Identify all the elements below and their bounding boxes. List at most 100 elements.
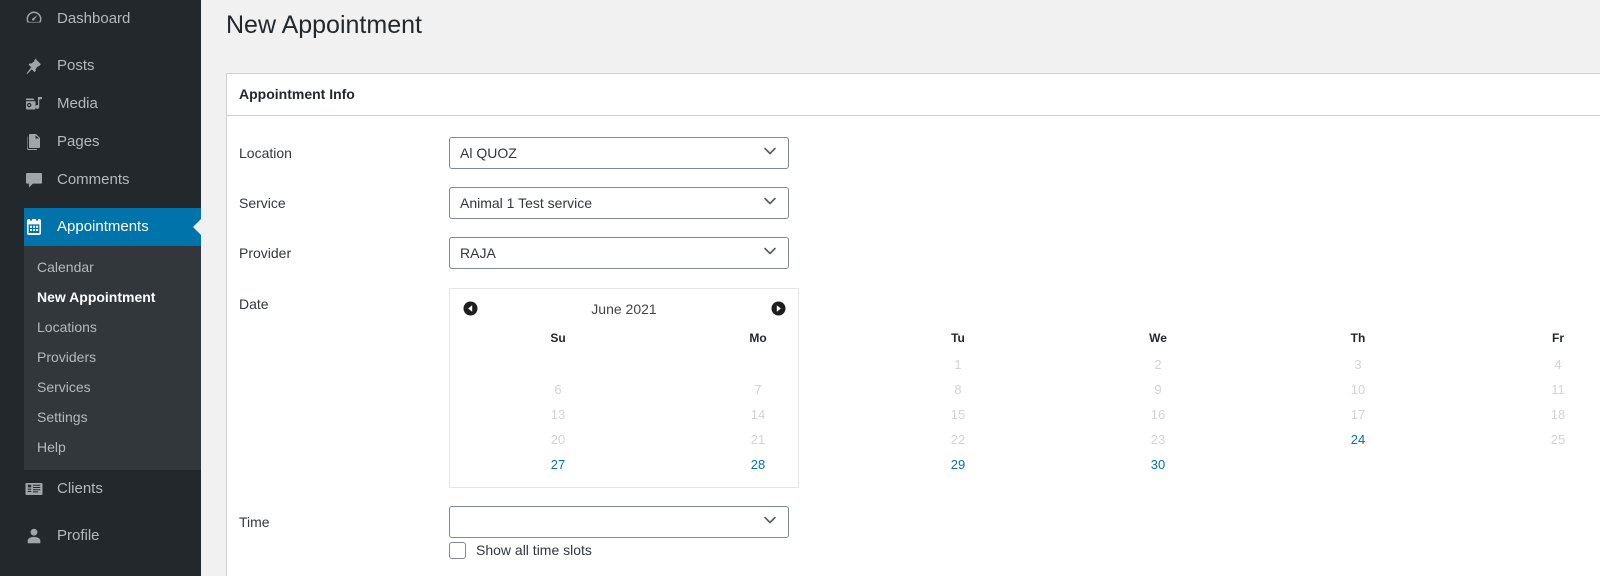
calendar-cell: 3: [1258, 352, 1458, 377]
calendar-day: 3: [1354, 357, 1362, 373]
next-month-icon[interactable]: [770, 301, 786, 317]
calendar-cell: 1: [858, 352, 1058, 377]
main-content: New Appointment Appointment Info Locatio…: [201, 0, 1600, 576]
weekday-header: Mo: [749, 330, 767, 345]
sidebar-separator: [0, 38, 201, 47]
time-select[interactable]: [449, 506, 789, 539]
sidebar-item-comments[interactable]: Comments: [0, 161, 201, 199]
calendar-cell: 30: [1058, 452, 1258, 477]
service-select[interactable]: Animal 1 Test service: [449, 187, 789, 220]
calendar-cell: 4: [1458, 352, 1600, 377]
form-row-date: Date June 2021 Su Mo Tu We Th Fr 1 2 3 4…: [239, 279, 1565, 498]
weekday-header: We: [1149, 330, 1167, 345]
sidebar-item-media[interactable]: Media: [0, 85, 201, 123]
form-row-time: Time Show all time slots: [239, 497, 809, 568]
pin-icon: [24, 56, 48, 76]
calendar-day: 25: [1550, 432, 1566, 448]
time-select-wrap: [449, 506, 789, 539]
calendar-cell: 28: [658, 452, 858, 477]
appointment-form: Location Al QUOZ Service Animal 1 Test s…: [239, 128, 1565, 568]
provider-select[interactable]: RAJA: [449, 237, 789, 270]
calendar-cell: 29: [858, 452, 1058, 477]
sidebar-separator: [0, 508, 201, 517]
calendar-day-selectable[interactable]: 24: [1258, 429, 1458, 450]
sidebar-item-dashboard[interactable]: Dashboard: [0, 0, 201, 38]
sidebar-item-profile[interactable]: Profile: [0, 517, 201, 555]
calendar-day: 18: [1550, 407, 1566, 423]
sidebar-item-label: Profile: [57, 527, 100, 544]
calendar-cell: 14: [658, 402, 858, 427]
calendar-day-selectable[interactable]: 28: [658, 454, 858, 475]
sidebar-item-label: Dashboard: [57, 10, 131, 27]
calendar-day: 8: [954, 382, 962, 398]
calendar-week-row: 20212223242526: [458, 427, 1600, 452]
calendar-cell: 21: [658, 427, 858, 452]
calendar-cell: 8: [858, 377, 1058, 402]
panel-header: Appointment Info: [227, 74, 1600, 117]
submenu-item-services[interactable]: Services: [0, 372, 201, 402]
calendar-cell: 9: [1058, 377, 1258, 402]
sidebar-item-posts[interactable]: Posts: [0, 47, 201, 85]
submenu-item-help[interactable]: Help: [0, 432, 201, 462]
provider-select-wrap: RAJA: [449, 237, 789, 270]
calendar-cell: 6: [458, 377, 658, 402]
calendar-day: 1: [954, 357, 962, 373]
appointments-submenu: Calendar New Appointment Locations Provider…: [0, 246, 201, 470]
calendar-week-row: 27 28 29 30: [458, 452, 1600, 477]
comment-icon: [24, 170, 48, 190]
submenu-item-new-appointment[interactable]: New Appointment: [0, 282, 201, 312]
id-card-icon: [24, 479, 48, 499]
sidebar-item-label: Pages: [57, 133, 100, 150]
calendar-day: 11: [1551, 382, 1565, 398]
sidebar-item-clients[interactable]: Clients: [0, 470, 201, 508]
sidebar-item-label: Appointments: [57, 218, 149, 235]
calendar-day: 2: [1154, 357, 1162, 373]
weekday-header: Th: [1350, 330, 1366, 345]
user-icon: [24, 526, 48, 546]
sidebar-item-pages[interactable]: Pages: [0, 123, 201, 161]
sidebar-item-label: Comments: [57, 171, 130, 188]
show-all-time-slots-row[interactable]: Show all time slots: [449, 538, 799, 559]
calendar-day: 4: [1554, 357, 1562, 373]
calendar-cell: 2: [1058, 352, 1258, 377]
date-picker-body: 1234567891011121314151617181920212223242…: [458, 352, 1600, 477]
weekday-header: Su: [550, 330, 566, 345]
calendar-week-row: 13141516171819: [458, 402, 1600, 427]
form-row-location: Location Al QUOZ: [239, 128, 809, 178]
calendar-day: 21: [750, 432, 766, 448]
calendar-day: 7: [754, 382, 762, 398]
calendar-cell: 16: [1058, 402, 1258, 427]
calendar-day: 6: [554, 382, 562, 398]
date-picker-title: June 2021: [591, 300, 657, 317]
form-row-service: Service Animal 1 Test service: [239, 178, 809, 228]
submenu-item-settings[interactable]: Settings: [0, 402, 201, 432]
calendar-week-row: 12345: [458, 352, 1600, 377]
prev-month-icon[interactable]: [462, 301, 478, 317]
date-picker-weekday-row: SuMoTuWeThFrSa: [458, 328, 1600, 353]
submenu-item-locations[interactable]: Locations: [0, 312, 201, 342]
location-label: Location: [239, 145, 292, 162]
calendar-day: 22: [950, 432, 966, 448]
pages-icon: [24, 132, 48, 152]
page-title: New Appointment: [226, 11, 422, 39]
service-select-wrap: Animal 1 Test service: [449, 187, 789, 220]
submenu-item-providers[interactable]: Providers: [0, 342, 201, 372]
calendar-day-selectable[interactable]: 30: [1058, 454, 1258, 475]
location-select[interactable]: Al QUOZ: [449, 137, 789, 170]
calendar-day-selectable[interactable]: 29: [858, 454, 1058, 475]
calendar-day: 13: [550, 407, 566, 423]
calendar-icon: [24, 217, 48, 237]
calendar-cell: 27: [458, 452, 658, 477]
sidebar-separator: [0, 199, 201, 208]
show-all-time-slots-label: Show all time slots: [476, 542, 592, 559]
date-label: Date: [239, 295, 269, 312]
show-all-time-slots-checkbox[interactable]: [449, 541, 466, 559]
date-picker-header: June 2021: [458, 295, 790, 323]
calendar-week-row: 6789101112: [458, 377, 1600, 402]
calendar-cell: [458, 352, 658, 377]
sidebar-item-appointments[interactable]: Appointments: [0, 208, 201, 246]
form-row-provider: Provider RAJA: [239, 228, 809, 278]
calendar-cell: 15: [858, 402, 1058, 427]
submenu-item-calendar[interactable]: Calendar: [0, 252, 201, 282]
calendar-day-selectable[interactable]: 27: [458, 454, 658, 475]
